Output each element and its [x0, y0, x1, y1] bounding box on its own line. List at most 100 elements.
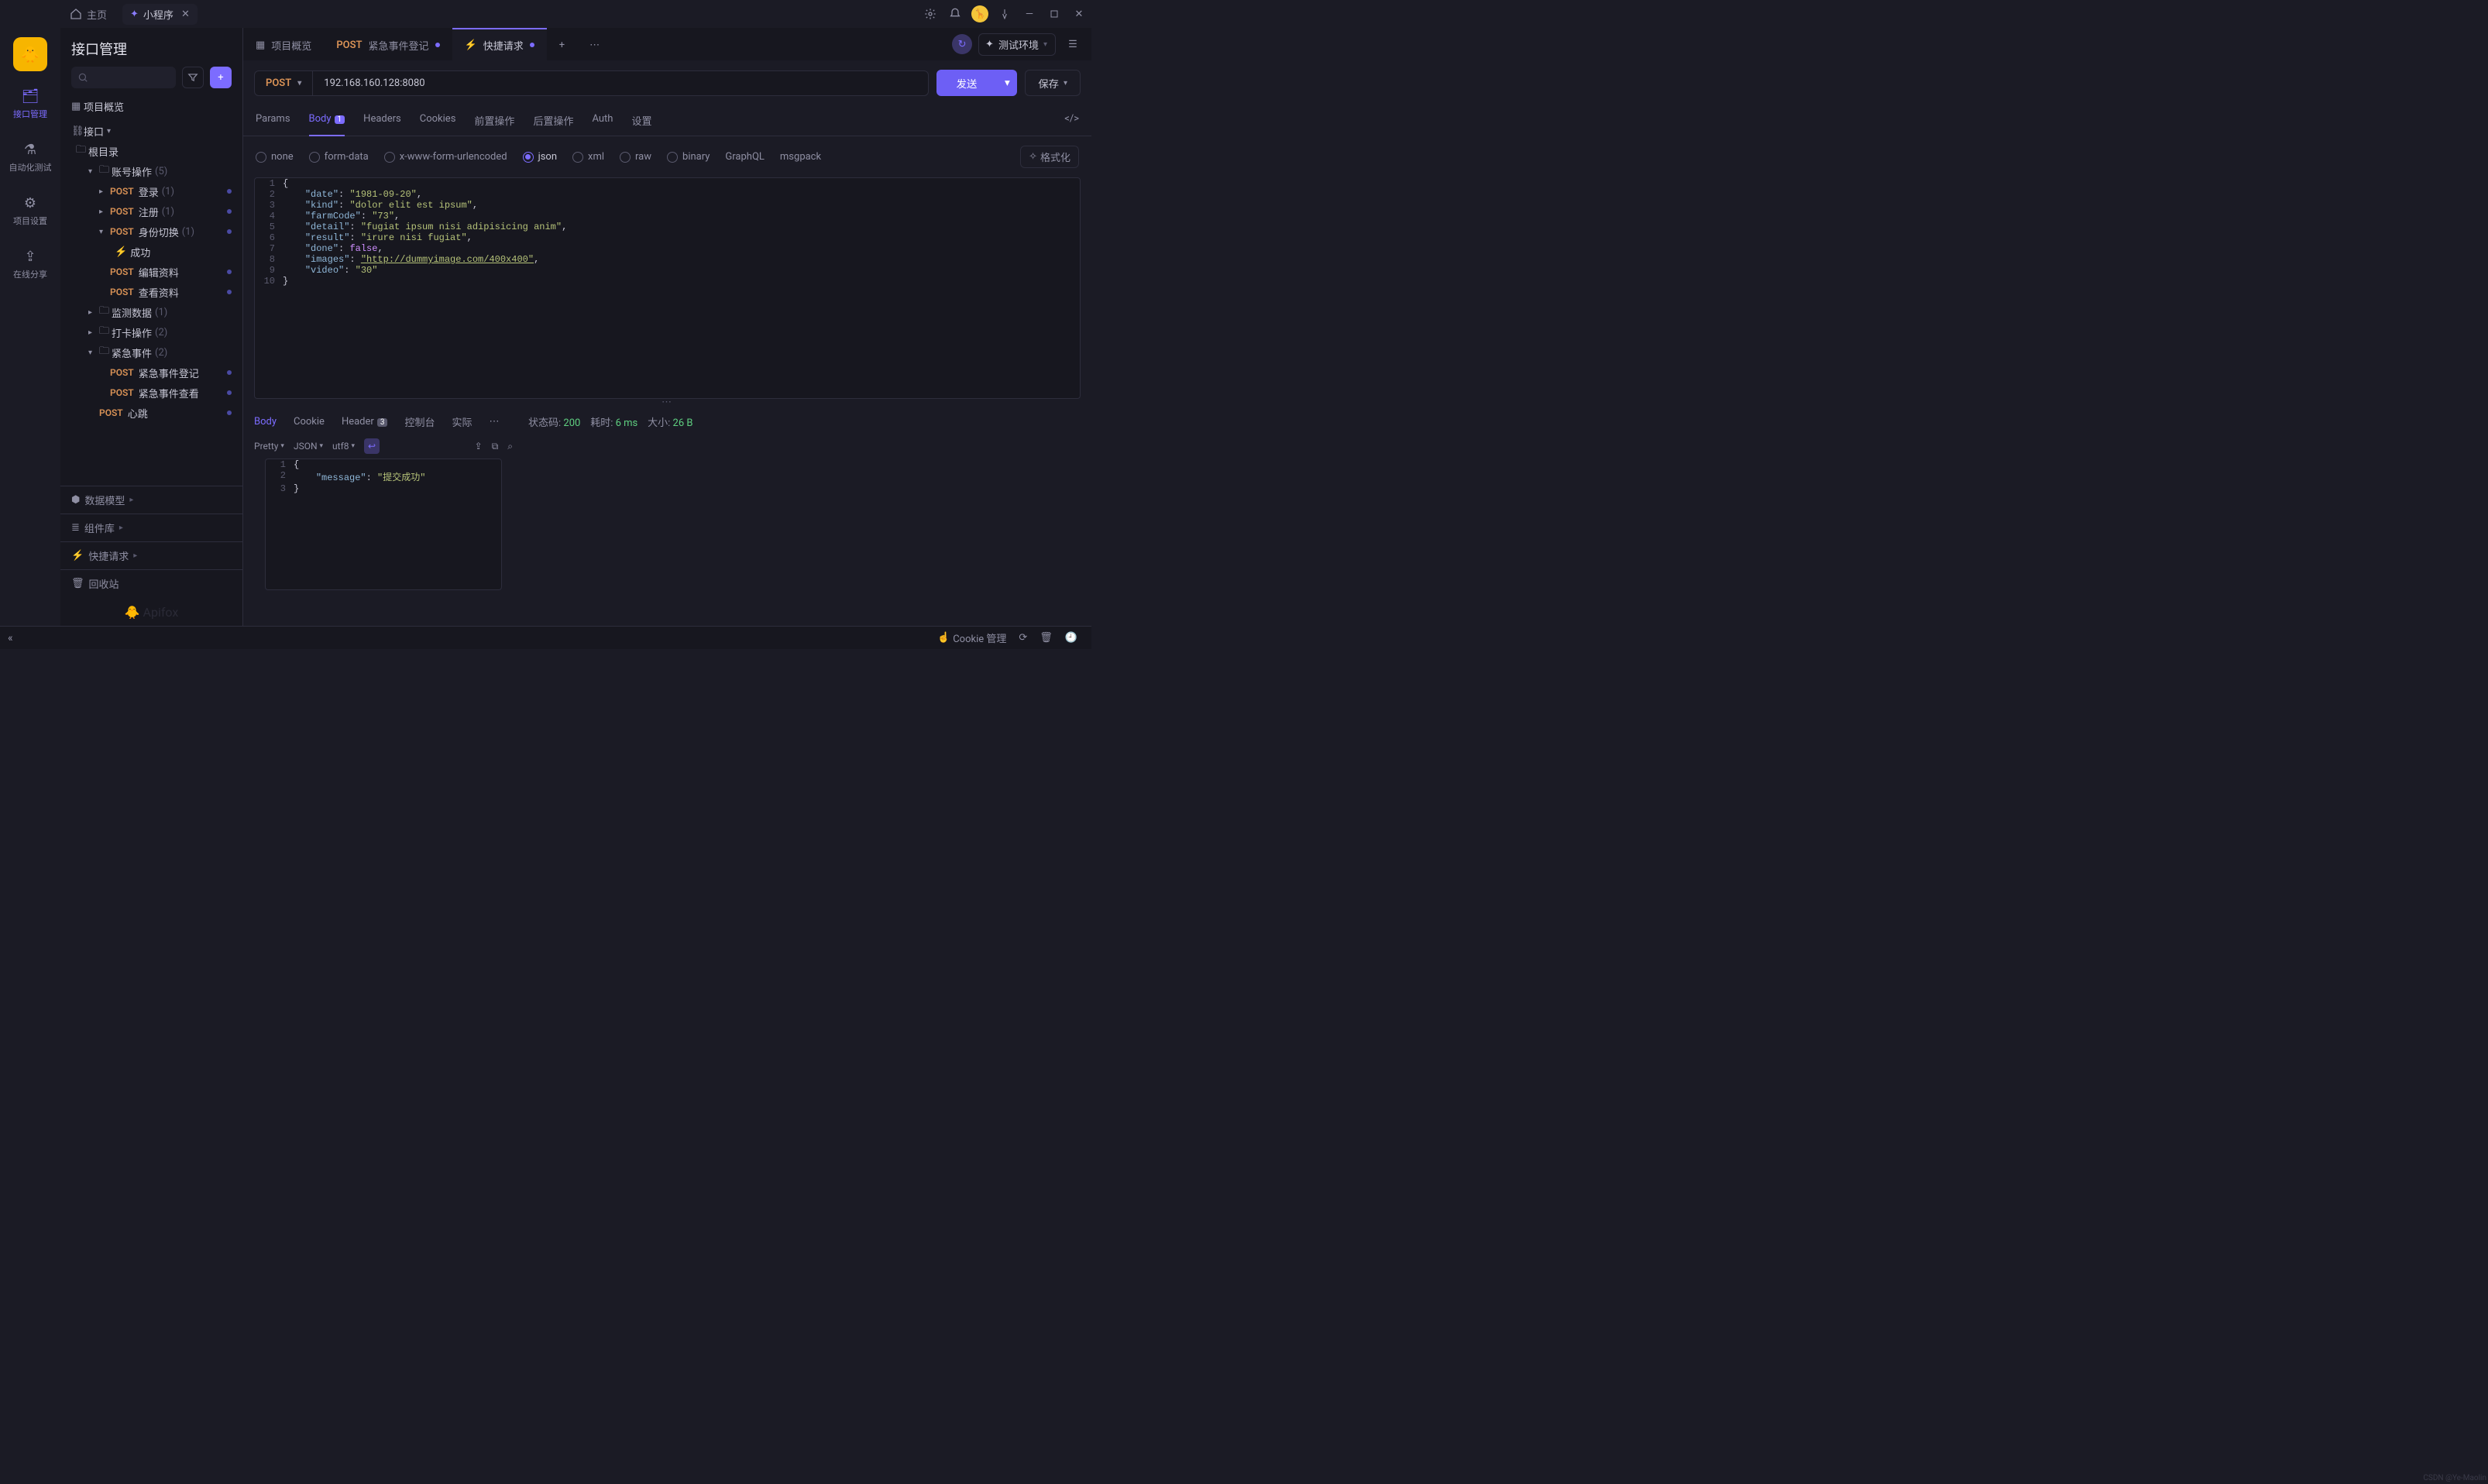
body-formdata[interactable]: form-data — [309, 151, 369, 163]
menu-icon[interactable]: ☰ — [1062, 33, 1084, 55]
api-emergency-view[interactable]: POST 紧急事件查看 — [60, 383, 242, 403]
send-dropdown[interactable]: ▾ — [997, 70, 1017, 96]
refresh-icon: ↻ — [958, 39, 967, 50]
root-dir-row[interactable]: 🗀 根目录 — [60, 141, 242, 161]
env-selector[interactable]: ✦ 测试环境 ▾ — [978, 33, 1056, 56]
search-input[interactable] — [71, 67, 176, 88]
code-icon[interactable]: </> — [1064, 105, 1079, 136]
section-quick[interactable]: ⚡快捷请求▸ — [60, 541, 242, 569]
api-view-profile[interactable]: POST 查看资料 — [60, 282, 242, 302]
bell-icon[interactable] — [943, 0, 967, 28]
api-switch[interactable]: ▾ POST 身份切换 (1) — [60, 222, 242, 242]
close-window-icon[interactable]: ✕ — [1067, 0, 1091, 28]
api-heartbeat[interactable]: POST 心跳 — [60, 403, 242, 423]
project-overview-row[interactable]: ▦ 项目概览 — [60, 96, 242, 116]
resp-tab-console[interactable]: 控制台 — [404, 410, 435, 434]
avatar[interactable]: 🦒 — [967, 0, 992, 28]
body-urlencoded[interactable]: x-www-form-urlencoded — [384, 151, 507, 163]
chevron-down-icon: ▾ — [88, 167, 99, 176]
footer-refresh[interactable]: ⟳ — [1012, 632, 1033, 644]
resp-tab-header[interactable]: Header3 — [342, 411, 388, 432]
api-emergency-register[interactable]: POST 紧急事件登记 — [60, 362, 242, 383]
resp-tab-body[interactable]: Body — [254, 411, 277, 432]
copy-icon[interactable]: ⧉ — [492, 441, 499, 452]
gear-icon[interactable] — [918, 0, 943, 28]
tab-pre[interactable]: 前置操作 — [474, 105, 514, 136]
tab-emergency-register[interactable]: POST 紧急事件登记 — [324, 28, 452, 60]
pretty-selector[interactable]: Pretty▾ — [254, 441, 284, 452]
request-body-editor[interactable]: 1{2 "date": "1981-09-20",3 "kind": "dolo… — [254, 177, 1081, 399]
section-data-model[interactable]: ⬢数据模型▸ — [60, 486, 242, 514]
cookie-manage[interactable]: ☝Cookie 管理 — [931, 630, 1012, 645]
nav-api-management[interactable]: 🗂 接口管理 — [7, 84, 53, 125]
tab-body[interactable]: Body1 — [309, 105, 345, 136]
wrap-button[interactable]: ↩ — [364, 438, 380, 454]
save-button[interactable]: 保存▾ — [1025, 70, 1081, 96]
folder-account[interactable]: ▾ 🗀 账号操作 (5) — [60, 161, 242, 181]
nav-project-settings[interactable]: ⚙ 项目设置 — [7, 191, 53, 232]
footer-clock[interactable]: 🕘 — [1059, 632, 1084, 644]
json-selector[interactable]: JSON▾ — [294, 441, 323, 452]
close-icon[interactable]: ✕ — [181, 9, 190, 20]
resp-tab-actual[interactable]: 实际 — [452, 410, 472, 434]
chevron-right-icon: ▸ — [88, 328, 99, 337]
folder-monitor[interactable]: ▸ 🗀 监测数据 (1) — [60, 302, 242, 322]
tab-headers[interactable]: Headers — [363, 105, 401, 136]
home-label: 主页 — [87, 7, 107, 22]
search-icon[interactable]: ⌕ — [507, 441, 513, 452]
collapse-sidebar-button[interactable]: « — [8, 632, 25, 644]
tab-more[interactable]: ⋯ — [577, 28, 612, 60]
folder-clock[interactable]: ▸ 🗀 打卡操作 (2) — [60, 322, 242, 342]
body-none[interactable]: none — [256, 151, 294, 163]
api-edit-profile[interactable]: POST 编辑资料 — [60, 262, 242, 282]
section-components[interactable]: ≣组件库▸ — [60, 514, 242, 541]
send-button[interactable]: 发送 — [936, 70, 998, 96]
chevron-down-icon: ▾ — [297, 79, 301, 88]
splitter[interactable]: ⋯ — [243, 399, 1091, 405]
body-graphql[interactable]: GraphQL — [725, 151, 764, 163]
minimize-icon[interactable]: — — [1017, 0, 1042, 28]
filter-button[interactable] — [182, 67, 204, 88]
method-selector[interactable]: POST ▾ — [254, 70, 313, 96]
body-msgpack[interactable]: msgpack — [780, 151, 821, 163]
body-json[interactable]: json — [523, 151, 557, 163]
nav-auto-test[interactable]: ⚗ 自动化测试 — [7, 137, 53, 178]
api-login[interactable]: ▸ POST 登录 (1) — [60, 181, 242, 201]
api-register[interactable]: ▸ POST 注册 (1) — [60, 201, 242, 222]
tab-post[interactable]: 后置操作 — [533, 105, 573, 136]
tab-cookies[interactable]: Cookies — [420, 105, 456, 136]
tab-overview[interactable]: ▦ 项目概览 — [243, 28, 324, 60]
resp-tab-more[interactable]: ⋯ — [489, 411, 499, 432]
chevron-right-icon: ▸ — [88, 308, 99, 317]
url-input[interactable]: 192.168.160.128:8080 — [313, 70, 928, 96]
export-icon[interactable]: ⇪ — [475, 441, 483, 452]
link-icon: ⛓ — [71, 125, 84, 137]
layers-icon: ≣ — [71, 522, 80, 534]
body-raw[interactable]: raw — [620, 151, 651, 163]
folder-emergency[interactable]: ▾ 🗀 紧急事件 (2) — [60, 342, 242, 362]
body-xml[interactable]: xml — [572, 151, 604, 163]
response-body-editor[interactable]: 1{2 "message": "提交成功"3} — [265, 459, 502, 590]
utf8-selector[interactable]: utf8▾ — [332, 441, 355, 452]
interface-root-row[interactable]: ⛓ 接口 ▾ — [60, 121, 242, 141]
footer-trash[interactable]: 🗑 — [1033, 632, 1059, 644]
tab-auth[interactable]: Auth — [592, 105, 613, 136]
case-success[interactable]: ⚡ 成功 — [60, 242, 242, 262]
add-button[interactable]: + — [210, 67, 232, 88]
tab-settings[interactable]: 设置 — [631, 105, 651, 136]
run-button[interactable]: ↻ — [952, 34, 972, 54]
home-tab[interactable]: 主页 — [60, 7, 116, 22]
format-button[interactable]: ✧格式化 — [1020, 146, 1079, 168]
pin-icon[interactable] — [992, 0, 1017, 28]
resp-tab-cookie[interactable]: Cookie — [294, 411, 325, 432]
status-dot — [227, 390, 232, 395]
section-trash[interactable]: 🗑回收站 — [60, 569, 242, 597]
tab-quick-request[interactable]: ⚡ 快捷请求 — [452, 28, 547, 60]
chevron-right-icon: ▸ — [99, 187, 110, 196]
nav-share[interactable]: ⇪ 在线分享 — [7, 244, 53, 285]
maximize-icon[interactable] — [1042, 0, 1067, 28]
app-tab[interactable]: ✦ 小程序 ✕ — [122, 4, 198, 25]
body-binary[interactable]: binary — [667, 151, 710, 163]
tab-params[interactable]: Params — [256, 105, 290, 136]
new-tab-button[interactable]: + — [547, 28, 577, 60]
